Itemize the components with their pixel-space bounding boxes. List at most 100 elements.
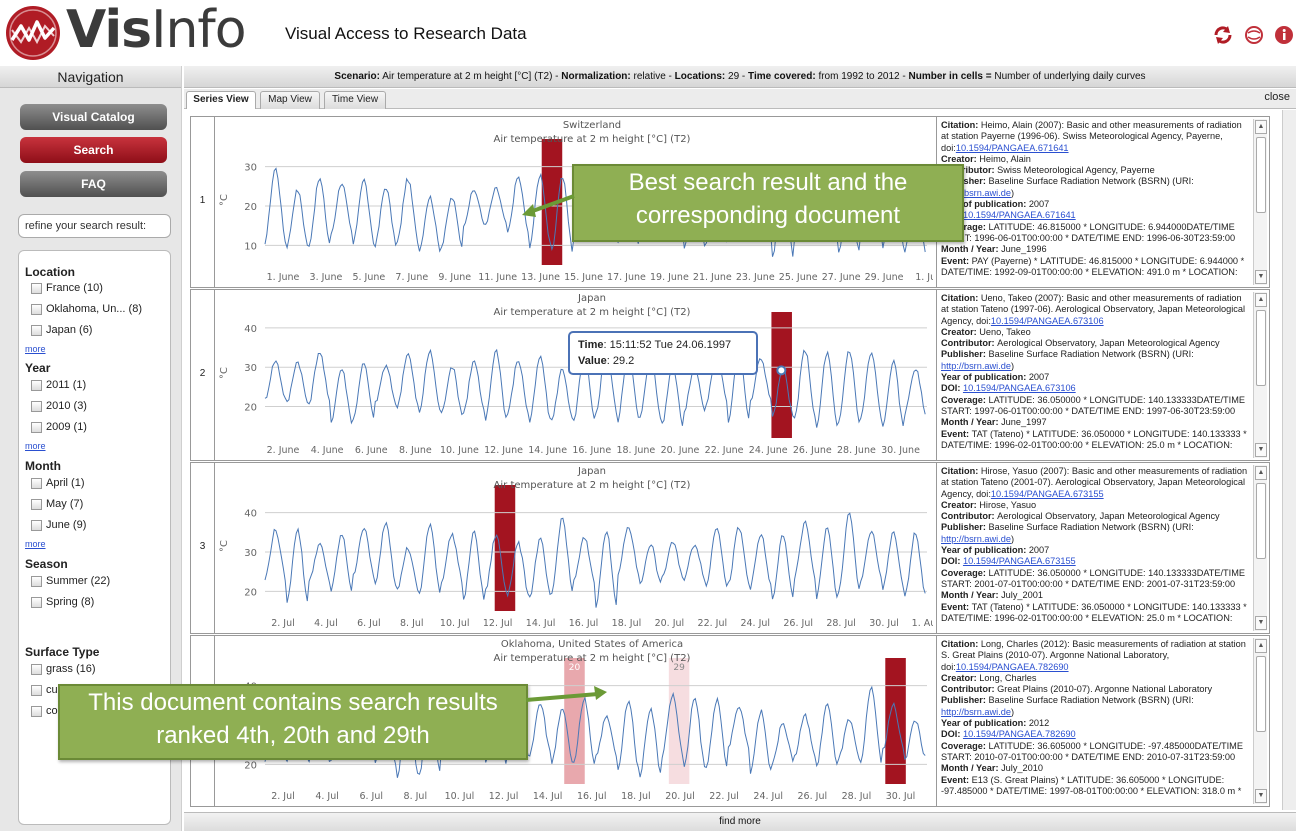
visual-catalog-button[interactable]: Visual Catalog: [20, 104, 167, 130]
rank-number: 1: [190, 116, 214, 288]
scroll-down-icon[interactable]: ▼: [1255, 616, 1267, 630]
checkbox[interactable]: [31, 421, 42, 433]
more-link[interactable]: more: [25, 539, 46, 549]
scroll-down-icon[interactable]: ▼: [1255, 270, 1267, 284]
scroll-up-icon[interactable]: ▲: [1255, 120, 1267, 134]
close-button[interactable]: close: [1264, 91, 1290, 103]
y-axis-unit: °C: [219, 367, 230, 379]
x-tick-label: 12. Jul: [489, 791, 519, 802]
x-tick-label: 9. June: [438, 272, 471, 283]
scroll-up-icon[interactable]: ▲: [1255, 293, 1267, 307]
x-tick-label: 23. June: [736, 272, 775, 283]
tab-time-view[interactable]: Time View: [324, 91, 386, 109]
y-tick-label: 40: [244, 324, 257, 335]
facet-item[interactable]: 2011 (1): [31, 379, 86, 391]
document-metadata[interactable]: Citation: Heimo, Alain (2007): Basic and…: [936, 116, 1270, 288]
doi-link[interactable]: 10.1594/PANGAEA.673106: [963, 383, 1076, 393]
rank-number: 2: [190, 289, 214, 461]
checkbox[interactable]: [31, 596, 42, 608]
x-tick-label: 6. June: [355, 445, 388, 456]
document-metadata[interactable]: Citation: Long, Charles (2012): Basic me…: [936, 635, 1270, 807]
tab-series-view[interactable]: Series View: [186, 91, 256, 109]
chart-location: Japan: [577, 466, 606, 477]
facet-item[interactable]: Oklahoma, Un... (8): [31, 303, 142, 315]
refresh-icon[interactable]: [1212, 24, 1234, 49]
facet-item[interactable]: cu: [31, 684, 58, 696]
document-metadata[interactable]: Citation: Ueno, Takeo (2007): Basic and …: [936, 289, 1270, 461]
facet-item[interactable]: Spring (8): [31, 596, 94, 608]
facet-title-season: Season: [25, 557, 68, 571]
document-scrollbar[interactable]: ▲ ▼: [1253, 638, 1267, 804]
x-tick-label: 4. June: [311, 445, 344, 456]
x-tick-label: 30. Jul: [886, 791, 916, 802]
tab-map-view[interactable]: Map View: [260, 91, 320, 109]
x-tick-label: 30. June: [881, 445, 920, 456]
x-tick-label: 15. June: [564, 272, 603, 283]
checkbox[interactable]: [31, 684, 42, 696]
document-scrollbar[interactable]: ▲ ▼: [1253, 119, 1267, 285]
checkbox[interactable]: [31, 400, 42, 412]
x-tick-label: 8. Jul: [400, 618, 424, 629]
x-tick-label: 26. Jul: [783, 618, 813, 629]
checkbox[interactable]: [31, 282, 42, 294]
x-tick-label: 14. June: [528, 445, 567, 456]
more-link[interactable]: more: [25, 344, 46, 354]
main-scrollbar[interactable]: [1282, 110, 1296, 810]
publisher-link[interactable]: http://bsrn.awi.de: [941, 707, 1011, 717]
facet-item[interactable]: 2010 (3): [31, 400, 87, 412]
facet-item[interactable]: 2009 (1): [31, 421, 87, 433]
doi-link[interactable]: 10.1594/PANGAEA.671641: [963, 210, 1076, 220]
facet-item[interactable]: France (10): [31, 282, 103, 294]
refine-search-input[interactable]: refine your search result:: [18, 214, 171, 238]
y-tick-label: 20: [244, 760, 257, 771]
language-icon[interactable]: [1244, 25, 1264, 48]
scroll-down-icon[interactable]: ▼: [1255, 443, 1267, 457]
document-scrollbar[interactable]: ▲ ▼: [1253, 465, 1267, 631]
facet-item[interactable]: Summer (22): [31, 575, 110, 587]
checkbox[interactable]: [31, 324, 42, 336]
search-button[interactable]: Search: [20, 137, 167, 163]
facet-item[interactable]: co: [31, 705, 58, 717]
checkbox[interactable]: [31, 705, 42, 717]
facet-item[interactable]: May (7): [31, 498, 83, 510]
x-tick-label: 22. Jul: [709, 791, 739, 802]
checkbox[interactable]: [31, 663, 42, 675]
faq-button[interactable]: FAQ: [20, 171, 167, 197]
facet-item[interactable]: Japan (6): [31, 324, 92, 336]
x-tick-label: 17. June: [607, 272, 646, 283]
x-tick-label: 12. Jul: [483, 618, 513, 629]
checkbox[interactable]: [31, 575, 42, 587]
x-tick-label: 29. June: [865, 272, 904, 283]
scroll-thumb[interactable]: [1256, 483, 1266, 559]
publisher-link[interactable]: http://bsrn.awi.de: [941, 534, 1011, 544]
facet-item[interactable]: June (9): [31, 519, 86, 531]
checkbox[interactable]: [31, 519, 42, 531]
publisher-link[interactable]: http://bsrn.awi.de: [941, 361, 1011, 371]
facet-item[interactable]: grass (16): [31, 663, 96, 675]
doi-link[interactable]: 10.1594/PANGAEA.782690: [963, 729, 1076, 739]
scroll-up-icon[interactable]: ▲: [1255, 466, 1267, 480]
document-metadata[interactable]: Citation: Hirose, Yasuo (2007): Basic an…: [936, 462, 1270, 634]
checkbox[interactable]: [31, 379, 42, 391]
document-scrollbar[interactable]: ▲ ▼: [1253, 292, 1267, 458]
doi-link[interactable]: 10.1594/PANGAEA.782690: [956, 662, 1069, 672]
hover-point: [776, 365, 787, 376]
doi-link[interactable]: 10.1594/PANGAEA.673155: [963, 556, 1076, 566]
scroll-down-icon[interactable]: ▼: [1255, 789, 1267, 803]
facet-item[interactable]: April (1): [31, 477, 85, 489]
checkbox[interactable]: [31, 303, 42, 315]
scroll-thumb[interactable]: [1256, 656, 1266, 732]
doi-link[interactable]: 10.1594/PANGAEA.671641: [956, 143, 1069, 153]
checkbox[interactable]: [31, 498, 42, 510]
find-more-button[interactable]: find more: [184, 812, 1296, 831]
scroll-thumb[interactable]: [1256, 310, 1266, 386]
scroll-up-icon[interactable]: ▲: [1255, 639, 1267, 653]
more-link[interactable]: more: [25, 441, 46, 451]
doi-link[interactable]: 10.1594/PANGAEA.673155: [991, 489, 1104, 499]
facet-title-surface: Surface Type: [25, 645, 100, 659]
x-tick-label: 26. June: [793, 445, 832, 456]
scroll-thumb[interactable]: [1256, 137, 1266, 213]
info-icon[interactable]: [1274, 25, 1294, 48]
checkbox[interactable]: [31, 477, 42, 489]
doi-link[interactable]: 10.1594/PANGAEA.673106: [991, 316, 1104, 326]
